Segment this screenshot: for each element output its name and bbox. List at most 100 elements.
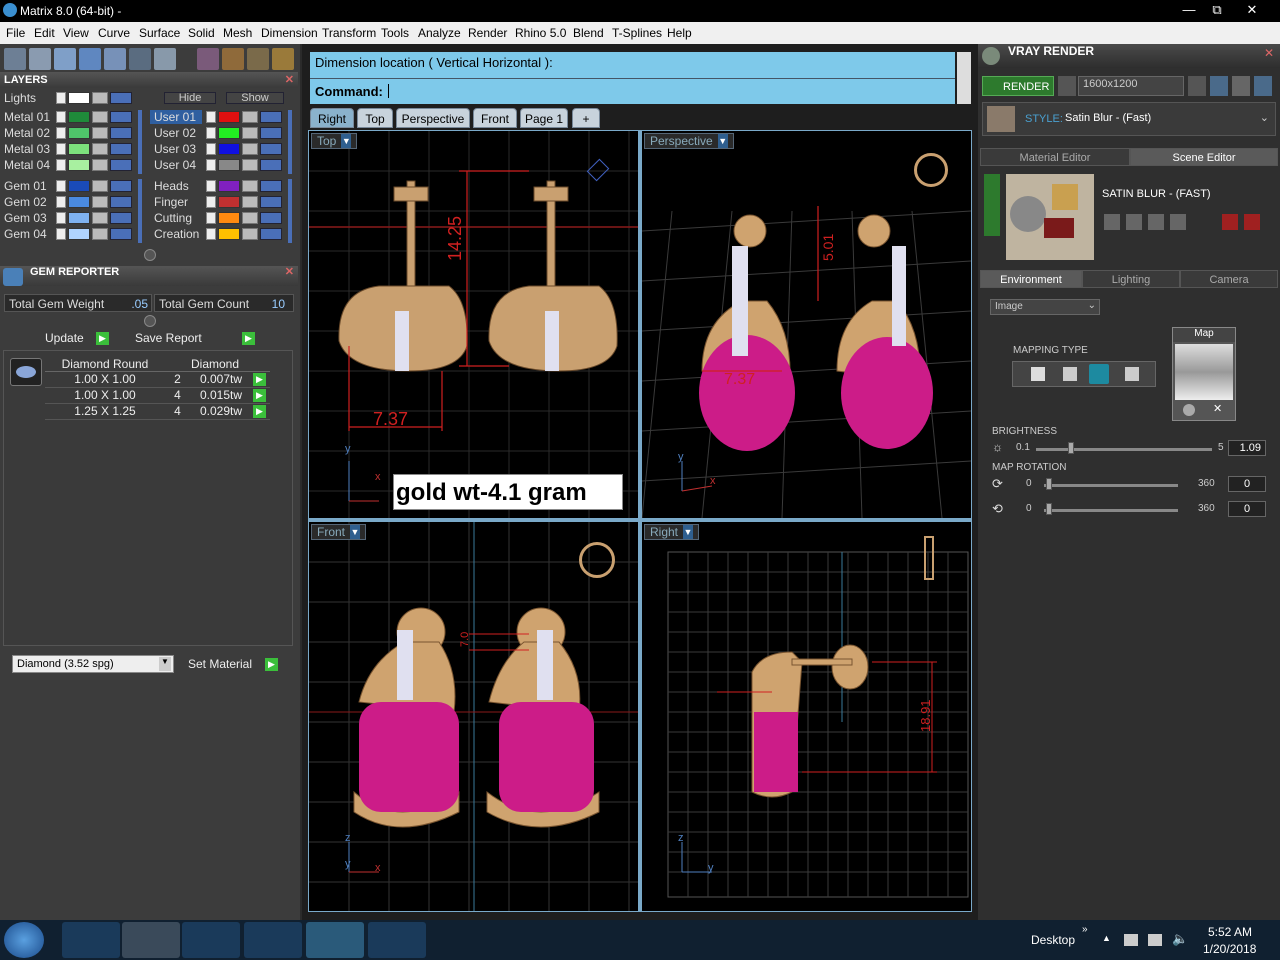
collapse-icon[interactable] xyxy=(984,174,1000,236)
collapse-handle-icon[interactable] xyxy=(144,249,156,261)
layer-visibility-toggle[interactable] xyxy=(260,180,282,192)
planar-mapping-icon[interactable] xyxy=(1031,367,1045,381)
menu-transform[interactable]: Transform xyxy=(322,26,376,40)
lock-icon[interactable] xyxy=(242,111,258,123)
lock-icon[interactable] xyxy=(242,143,258,155)
refresh-icon[interactable] xyxy=(1244,214,1260,230)
filter-icon[interactable] xyxy=(104,48,126,70)
lock-icon[interactable] xyxy=(92,212,108,224)
viewport-right[interactable]: Right ▼ 18.91 z y xyxy=(642,522,971,911)
rotation-horizontal-slider[interactable] xyxy=(1044,484,1178,487)
firefox-icon[interactable] xyxy=(244,922,302,958)
menu-analyze[interactable]: Analyze xyxy=(418,26,461,40)
tray-expand-icon[interactable]: ▲ xyxy=(1102,933,1111,943)
layer-visibility-toggle[interactable] xyxy=(260,127,282,139)
rotation-vertical-knob[interactable] xyxy=(1046,503,1052,515)
expand-icon[interactable] xyxy=(56,212,66,224)
cube-mapping-icon[interactable] xyxy=(1063,367,1077,381)
start-button[interactable] xyxy=(4,922,44,958)
expand-icon[interactable] xyxy=(56,159,66,171)
resolution-select[interactable]: 1600x1200 xyxy=(1078,76,1184,96)
layer-row[interactable]: Gem 01 xyxy=(0,179,145,194)
volume-icon[interactable]: 🔈 xyxy=(1172,931,1188,947)
lock-icon[interactable] xyxy=(92,111,108,123)
expand-icon[interactable] xyxy=(206,143,216,155)
jewel-tool-icon[interactable] xyxy=(272,48,294,70)
brightness-slider-knob[interactable] xyxy=(1068,442,1074,454)
delete-icon[interactable] xyxy=(1222,214,1238,230)
command-scrollbar[interactable] xyxy=(957,52,971,104)
expand-icon[interactable] xyxy=(56,111,66,123)
layer-color-swatch[interactable] xyxy=(218,180,240,192)
table-row[interactable]: 1.00 X 1.00 2 0.007tw ▶ xyxy=(45,372,270,388)
lock-icon[interactable] xyxy=(242,196,258,208)
layer-row[interactable]: User 04 xyxy=(150,158,295,173)
menu-tsplines[interactable]: T-Splines xyxy=(612,26,662,40)
lock-icon[interactable] xyxy=(242,180,258,192)
expand-icon[interactable] xyxy=(56,180,66,192)
layer-row[interactable]: Gem 04 xyxy=(0,227,145,242)
layer-color-swatch[interactable] xyxy=(218,159,240,171)
desktop-toolbar-label[interactable]: Desktop xyxy=(1031,933,1075,947)
expand-icon[interactable] xyxy=(206,180,216,192)
layer-row[interactable]: Metal 02 xyxy=(0,126,145,141)
close-icon[interactable]: ✕ xyxy=(1264,46,1274,60)
tab-top[interactable]: Top xyxy=(357,108,393,128)
viewport-label[interactable]: Perspective ▼ xyxy=(644,133,734,149)
cube-icon[interactable] xyxy=(54,48,76,70)
rotation-vertical-value[interactable]: 0 xyxy=(1228,501,1266,517)
menu-blend[interactable]: Blend xyxy=(573,26,604,40)
monitor-icon[interactable] xyxy=(29,48,51,70)
expand-icon[interactable] xyxy=(206,228,216,240)
gem-tool-icon[interactable] xyxy=(197,48,219,70)
clear-map-icon[interactable]: ✕ xyxy=(1213,402,1222,415)
tab-front[interactable]: Front xyxy=(473,108,517,128)
clock-time[interactable]: 5:52 AM xyxy=(1208,925,1252,939)
lock-icon[interactable] xyxy=(92,127,108,139)
layer-visibility-toggle[interactable] xyxy=(260,143,282,155)
expand-icon[interactable] xyxy=(206,196,216,208)
layer-row[interactable]: Metal 03 xyxy=(0,142,145,157)
menu-view[interactable]: View xyxy=(63,26,89,40)
tab-material-editor[interactable]: Material Editor xyxy=(980,148,1130,166)
action-center-icon[interactable] xyxy=(1124,934,1138,946)
set-material-go-icon[interactable]: ▶ xyxy=(265,658,278,671)
update-go-icon[interactable]: ▶ xyxy=(96,332,109,345)
menu-edit[interactable]: Edit xyxy=(34,26,55,40)
layer-row[interactable]: User 03 xyxy=(150,142,295,157)
tab-camera[interactable]: Camera xyxy=(1180,270,1278,288)
hide-button[interactable]: Hide xyxy=(164,92,216,104)
layer-color-swatch[interactable] xyxy=(218,127,240,139)
lock-icon[interactable] xyxy=(92,143,108,155)
menu-rhino[interactable]: Rhino 5.0 xyxy=(515,26,566,40)
close-button[interactable]: ✕ xyxy=(1238,1,1266,19)
command-input[interactable] xyxy=(388,84,389,98)
close-icon[interactable]: ✕ xyxy=(285,72,294,88)
expand-icon[interactable] xyxy=(206,127,216,139)
lock-icon[interactable] xyxy=(92,159,108,171)
jewelry-app-icon[interactable] xyxy=(368,922,426,958)
viewport-label[interactable]: Front ▼ xyxy=(311,524,367,540)
layer-row[interactable]: Gem 02 xyxy=(0,195,145,210)
layer-row[interactable]: Gem 03 xyxy=(0,211,145,226)
row-go-icon[interactable]: ▶ xyxy=(253,405,266,418)
file-explorer-icon[interactable] xyxy=(122,922,180,958)
hemisphere-mapping-icon[interactable] xyxy=(1125,367,1139,381)
settings-icon[interactable] xyxy=(1254,76,1272,96)
material-select[interactable]: Diamond (3.52 spg) ▼ xyxy=(12,655,174,673)
menu-file[interactable]: File xyxy=(6,26,25,40)
layer-visibility-toggle[interactable] xyxy=(260,196,282,208)
restore-button[interactable]: ⧉ xyxy=(1203,1,1231,19)
lock-icon[interactable] xyxy=(242,159,258,171)
lock-icon[interactable] xyxy=(92,228,108,240)
tab-scene-editor[interactable]: Scene Editor xyxy=(1130,148,1278,166)
layer-row[interactable]: Heads xyxy=(150,179,295,194)
save-report-button[interactable]: Save Report xyxy=(135,331,202,345)
menu-dimension[interactable]: Dimension xyxy=(261,26,318,40)
expand-icon[interactable] xyxy=(56,228,66,240)
list-icon[interactable] xyxy=(1232,76,1250,96)
layer-visibility-toggle[interactable] xyxy=(110,111,132,123)
viewport-label[interactable]: Top ▼ xyxy=(311,133,358,149)
expand-icon[interactable] xyxy=(56,143,66,155)
menu-surface[interactable]: Surface xyxy=(139,26,180,40)
